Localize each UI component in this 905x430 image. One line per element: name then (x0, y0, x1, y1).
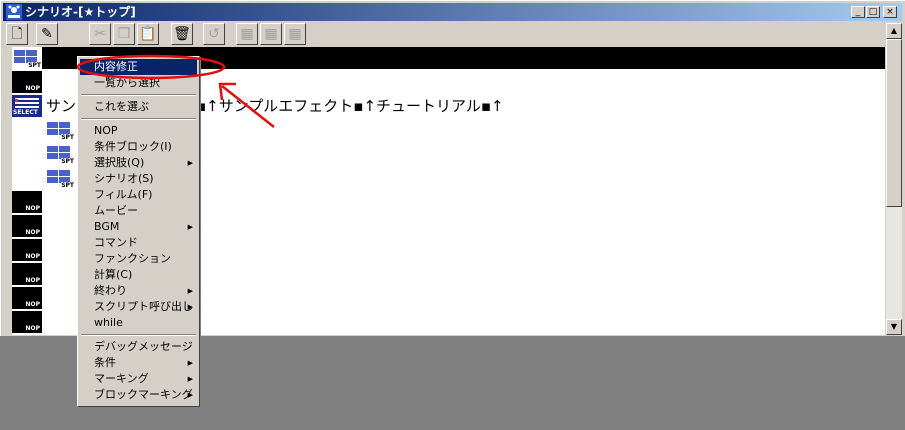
highlight-circle (76, 54, 226, 80)
red-annotation (76, 54, 275, 128)
annotation-arrow-line (221, 85, 275, 128)
